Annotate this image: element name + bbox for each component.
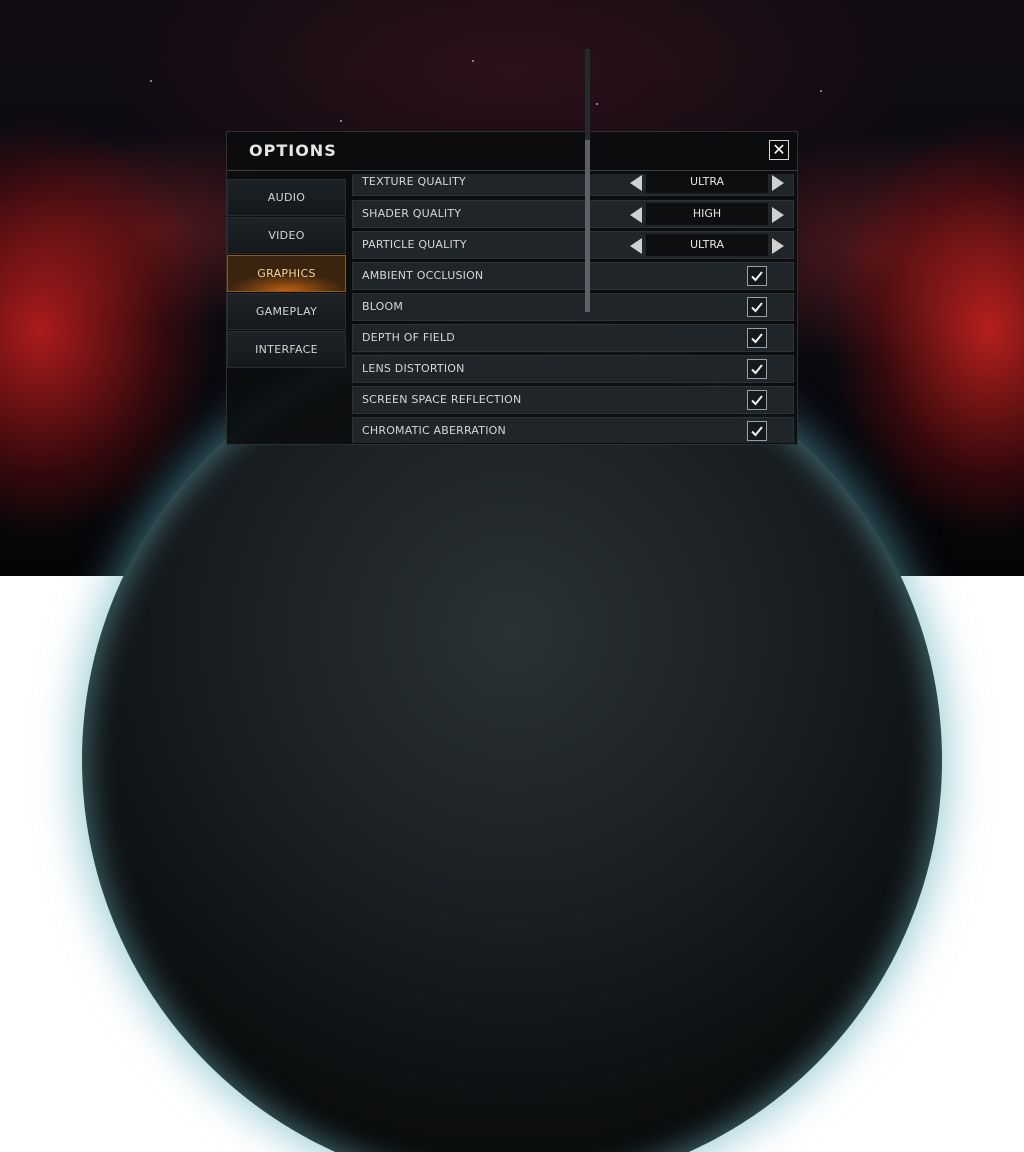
planet-backdrop [82,330,942,1152]
arrow-right-icon[interactable] [772,175,784,191]
bloom-checkbox[interactable] [747,297,767,317]
tab-label: VIDEO [268,229,305,242]
scrollbar-thumb[interactable] [585,140,590,312]
setting-row-texture-quality: TEXTURE QUALITY ULTRA [352,174,794,196]
arrow-left-icon[interactable] [630,207,642,223]
checkmark-icon [751,364,763,375]
setting-label: TEXTURE QUALITY [362,175,466,188]
setting-row-ambient-occlusion: AMBIENT OCCLUSION [352,262,794,290]
setting-row-depth-of-field: DEPTH OF FIELD [352,324,794,352]
chromatic-aberration-checkbox[interactable] [747,421,767,441]
settings-scroll-area[interactable]: TEXTURE QUALITY ULTRA SHADER QUALITY HIG… [352,174,794,443]
close-button[interactable]: ✕ [769,140,789,160]
tab-graphics[interactable]: GRAPHICS [227,255,346,292]
screen-space-reflection-checkbox[interactable] [747,390,767,410]
tab-audio[interactable]: AUDIO [227,179,346,216]
close-icon: ✕ [772,140,786,159]
checkmark-icon [751,395,763,406]
star [340,120,342,122]
options-dialog: OPTIONS ✕ AUDIO VIDEO GRAPHICS GAMEPLAY … [226,131,798,445]
tab-gameplay[interactable]: GAMEPLAY [227,293,346,330]
star [472,60,474,62]
star [820,90,822,92]
arrow-right-icon[interactable] [772,238,784,254]
checkmark-icon [751,271,763,282]
checkmark-icon [751,426,763,437]
dialog-header: OPTIONS ✕ [227,132,797,171]
tab-label: AUDIO [267,191,306,204]
setting-row-lens-distortion: LENS DISTORTION [352,355,794,383]
setting-value: ULTRA [646,174,768,193]
setting-label: CHROMATIC ABERRATION [362,424,506,437]
setting-row-bloom: BLOOM [352,293,794,321]
tab-list: AUDIO VIDEO GRAPHICS GAMEPLAY INTERFACE [227,179,346,369]
lens-distortion-checkbox[interactable] [747,359,767,379]
setting-value: ULTRA [646,234,768,256]
arrow-left-icon[interactable] [630,238,642,254]
checkmark-icon [751,302,763,313]
star [150,80,152,82]
tab-label: INTERFACE [255,343,318,356]
setting-row-screen-space-reflection: SCREEN SPACE REFLECTION [352,386,794,414]
setting-label: LENS DISTORTION [362,362,465,375]
tab-label: GAMEPLAY [255,305,318,318]
tab-label: GRAPHICS [257,267,316,280]
setting-label: PARTICLE QUALITY [362,238,467,251]
setting-row-chromatic-aberration: CHROMATIC ABERRATION [352,417,794,443]
star [596,103,598,105]
setting-row-particle-quality: PARTICLE QUALITY ULTRA [352,231,794,259]
ambient-occlusion-checkbox[interactable] [747,266,767,286]
arrow-left-icon[interactable] [630,175,642,191]
setting-label: BLOOM [362,300,404,313]
tab-interface[interactable]: INTERFACE [227,331,346,368]
tab-video[interactable]: VIDEO [227,217,346,254]
setting-label: AMBIENT OCCLUSION [362,269,484,282]
arrow-right-icon[interactable] [772,207,784,223]
setting-label: SCREEN SPACE REFLECTION [362,393,522,406]
setting-value: HIGH [646,203,768,225]
depth-of-field-checkbox[interactable] [747,328,767,348]
setting-row-shader-quality: SHADER QUALITY HIGH [352,200,794,228]
setting-label: SHADER QUALITY [362,207,462,220]
checkmark-icon [751,333,763,344]
dialog-title: OPTIONS [249,141,337,160]
setting-label: DEPTH OF FIELD [362,331,455,344]
